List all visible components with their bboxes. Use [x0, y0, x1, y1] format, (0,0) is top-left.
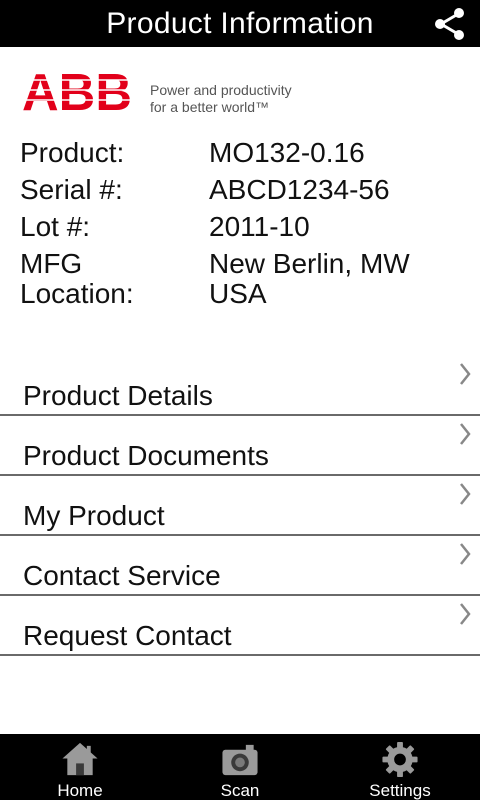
chevron-right-icon: [460, 423, 471, 445]
info-value: New Berlin, MW USA: [209, 248, 410, 309]
title-bar: Product Information: [0, 0, 480, 47]
svg-text:ABB: ABB: [22, 68, 132, 114]
tagline-line-2: for a better world™: [150, 99, 270, 115]
tab-home[interactable]: Home: [0, 734, 160, 800]
tab-label: Home: [57, 781, 103, 800]
info-row-lot: Lot #: 2011-10: [20, 212, 460, 242]
menu-item-label: Product Documents: [23, 440, 269, 471]
menu-item-my-product[interactable]: My Product: [0, 476, 480, 536]
product-menu: Product Details Product Documents My Pro…: [0, 356, 480, 656]
chevron-right-icon: [460, 543, 471, 565]
menu-item-label: My Product: [23, 500, 165, 531]
chevron-right-icon: [460, 483, 471, 505]
chevron-right-icon: [460, 603, 471, 625]
menu-item-contact-service[interactable]: Contact Service: [0, 536, 480, 596]
menu-item-label: Request Contact: [23, 620, 232, 651]
info-value: MO132-0.16: [209, 137, 365, 168]
menu-item-label: Contact Service: [23, 560, 221, 591]
brand-tagline: Power and productivity for a better worl…: [150, 82, 292, 116]
info-value: ABCD1234-56: [209, 174, 390, 205]
tab-scan[interactable]: Scan: [160, 734, 320, 800]
share-button[interactable]: [432, 6, 468, 42]
gear-icon: [382, 741, 418, 778]
home-icon: [62, 742, 98, 776]
info-row-product: Product: MO132-0.16: [20, 138, 460, 168]
chevron-right-icon: [460, 363, 471, 385]
info-row-serial: Serial #: ABCD1234-56: [20, 175, 460, 205]
menu-item-request-contact[interactable]: Request Contact: [0, 596, 480, 656]
product-info: Product: MO132-0.16 Serial #: ABCD1234-5…: [20, 138, 460, 316]
bottom-tab-bar: Home Scan Settings: [0, 734, 480, 800]
info-value: 2011-10: [209, 211, 310, 242]
camera-icon: [222, 744, 258, 776]
info-label: Lot #:: [20, 211, 91, 242]
info-label: Product:: [20, 137, 125, 168]
brand-block: ABB Power and productivity for a better …: [22, 68, 292, 116]
tab-settings[interactable]: Settings: [320, 734, 480, 800]
menu-item-product-documents[interactable]: Product Documents: [0, 416, 480, 476]
share-icon: [435, 8, 464, 40]
menu-item-product-details[interactable]: Product Details: [0, 356, 480, 416]
info-label: Serial #:: [20, 174, 123, 205]
tab-label: Settings: [369, 781, 431, 800]
page-title: Product Information: [106, 6, 374, 40]
tagline-line-1: Power and productivity: [150, 82, 292, 98]
menu-item-label: Product Details: [23, 380, 213, 411]
info-row-mfg-location: MFG Location: New Berlin, MW USA: [20, 249, 460, 309]
info-label: MFG Location:: [20, 248, 134, 309]
tab-label: Scan: [220, 781, 260, 800]
abb-logo: ABB: [22, 68, 132, 114]
